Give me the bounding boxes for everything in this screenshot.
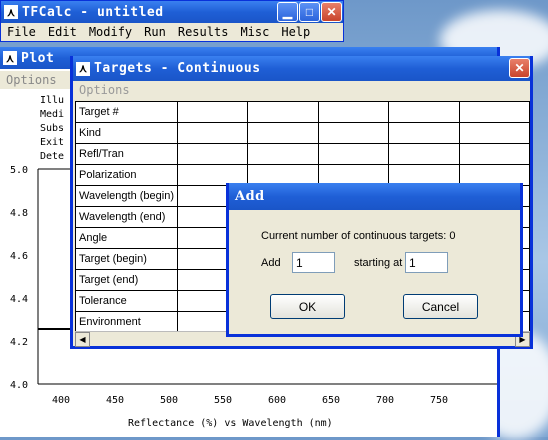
- targets-row: Target #: [75, 101, 530, 123]
- plot-info-line: Medi: [40, 109, 64, 120]
- plot-window-title: Plot: [21, 50, 55, 66]
- plot-menu-options[interactable]: Options: [6, 73, 57, 87]
- x-tick-label: 650: [322, 395, 340, 406]
- targets-cell[interactable]: [247, 101, 319, 123]
- targets-menu-bar: Options: [73, 81, 530, 99]
- y-tick-label: 4.4: [10, 294, 28, 305]
- main-window-title: TFCalc - untitled: [22, 4, 164, 20]
- menu-file[interactable]: File: [7, 25, 36, 39]
- targets-row-label: Environment: [75, 311, 178, 331]
- menu-help[interactable]: Help: [281, 25, 310, 39]
- y-tick-label: 4.0: [10, 380, 28, 391]
- targets-close-button[interactable]: ✕: [509, 58, 530, 78]
- starting-at-value: 1: [409, 255, 416, 270]
- targets-row: Kind: [75, 122, 530, 144]
- targets-window-title: Targets - Continuous: [94, 61, 261, 76]
- targets-row-label: Refl/Tran: [75, 143, 178, 165]
- plot-info-line: Illu: [40, 95, 64, 106]
- menu-modify[interactable]: Modify: [89, 25, 132, 39]
- x-tick-label: 500: [160, 395, 178, 406]
- plot-info-line: Dete: [40, 151, 64, 162]
- targets-row-label: Wavelength (end): [75, 206, 178, 228]
- targets-cell[interactable]: [388, 101, 460, 123]
- targets-cell[interactable]: [317, 122, 390, 144]
- minimize-button[interactable]: ▁: [277, 2, 298, 22]
- targets-row-label: Target #: [75, 101, 178, 123]
- targets-row-label: Angle: [75, 227, 178, 249]
- ok-button[interactable]: OK: [270, 294, 345, 319]
- targets-app-icon: ⋏: [76, 61, 90, 76]
- x-axis-label: Reflectance (%) vs Wavelength (nm): [128, 418, 333, 429]
- current-count-text: Current number of continuous targets: 0: [261, 230, 456, 242]
- scroll-left-arrow[interactable]: ◀: [75, 332, 90, 347]
- menu-edit[interactable]: Edit: [48, 25, 77, 39]
- add-count-field[interactable]: 1: [292, 252, 335, 273]
- menu-results[interactable]: Results: [178, 25, 229, 39]
- plot-lower-axis: 4.2 4.0 400 450 500 550 600 650 700 750 …: [0, 337, 497, 437]
- targets-row: Refl/Tran: [75, 143, 530, 165]
- x-tick-label: 550: [214, 395, 232, 406]
- y-tick-label: 4.2: [10, 337, 28, 348]
- targets-cell[interactable]: [388, 143, 460, 165]
- add-label: Add: [261, 257, 281, 269]
- targets-row-label: Tolerance: [75, 290, 178, 312]
- close-button[interactable]: ✕: [321, 2, 342, 22]
- targets-cell[interactable]: [317, 101, 390, 123]
- maximize-button[interactable]: □: [299, 2, 320, 22]
- y-tick-label: 4.6: [10, 251, 28, 262]
- targets-row-label: Kind: [75, 122, 178, 144]
- add-count-value: 1: [296, 255, 303, 270]
- x-tick-label: 600: [268, 395, 286, 406]
- x-tick-label: 450: [106, 395, 124, 406]
- starting-at-field[interactable]: 1: [405, 252, 448, 273]
- targets-cell[interactable]: [388, 122, 460, 144]
- plot-info-line: Exit: [40, 137, 64, 148]
- add-dialog: Add Current number of continuous targets…: [226, 183, 523, 337]
- x-tick-label: 400: [52, 395, 70, 406]
- targets-cell[interactable]: [176, 122, 249, 144]
- targets-cell[interactable]: [458, 122, 530, 144]
- plot-info-line: Subs: [40, 123, 64, 134]
- targets-cell[interactable]: [458, 143, 530, 165]
- x-tick-label: 750: [430, 395, 448, 406]
- targets-row-label: Target (end): [75, 269, 178, 291]
- main-title-bar[interactable]: ⋏ TFCalc - untitled ▁ □ ✕: [1, 1, 343, 23]
- add-dialog-title: Add: [235, 189, 265, 204]
- targets-cell[interactable]: [176, 143, 249, 165]
- y-tick-label: 5.0: [10, 165, 28, 176]
- plot-app-icon: ⋏: [3, 51, 17, 65]
- main-menu-bar: File Edit Modify Run Results Misc Help: [1, 23, 343, 41]
- targets-row-label: Polarization: [75, 164, 178, 186]
- x-tick-label: 700: [376, 395, 394, 406]
- targets-row-label: Target (begin): [75, 248, 178, 270]
- targets-cell[interactable]: [176, 101, 249, 123]
- targets-menu-options[interactable]: Options: [79, 83, 130, 97]
- targets-row-label: Wavelength (begin): [75, 185, 178, 207]
- targets-cell[interactable]: [317, 143, 390, 165]
- targets-title-bar[interactable]: ⋏ Targets - Continuous ✕: [73, 56, 530, 81]
- targets-cell[interactable]: [458, 101, 530, 123]
- starting-at-label: starting at: [354, 257, 403, 269]
- tfcalc-app-icon: ⋏: [4, 5, 18, 19]
- y-tick-label: 4.8: [10, 208, 28, 219]
- tfcalc-main-window: ⋏ TFCalc - untitled ▁ □ ✕ File Edit Modi…: [0, 0, 344, 42]
- cancel-button[interactable]: Cancel: [403, 294, 478, 319]
- menu-run[interactable]: Run: [144, 25, 166, 39]
- menu-misc[interactable]: Misc: [240, 25, 269, 39]
- targets-cell[interactable]: [247, 122, 319, 144]
- add-title-bar[interactable]: Add: [229, 183, 520, 210]
- targets-cell[interactable]: [247, 143, 319, 165]
